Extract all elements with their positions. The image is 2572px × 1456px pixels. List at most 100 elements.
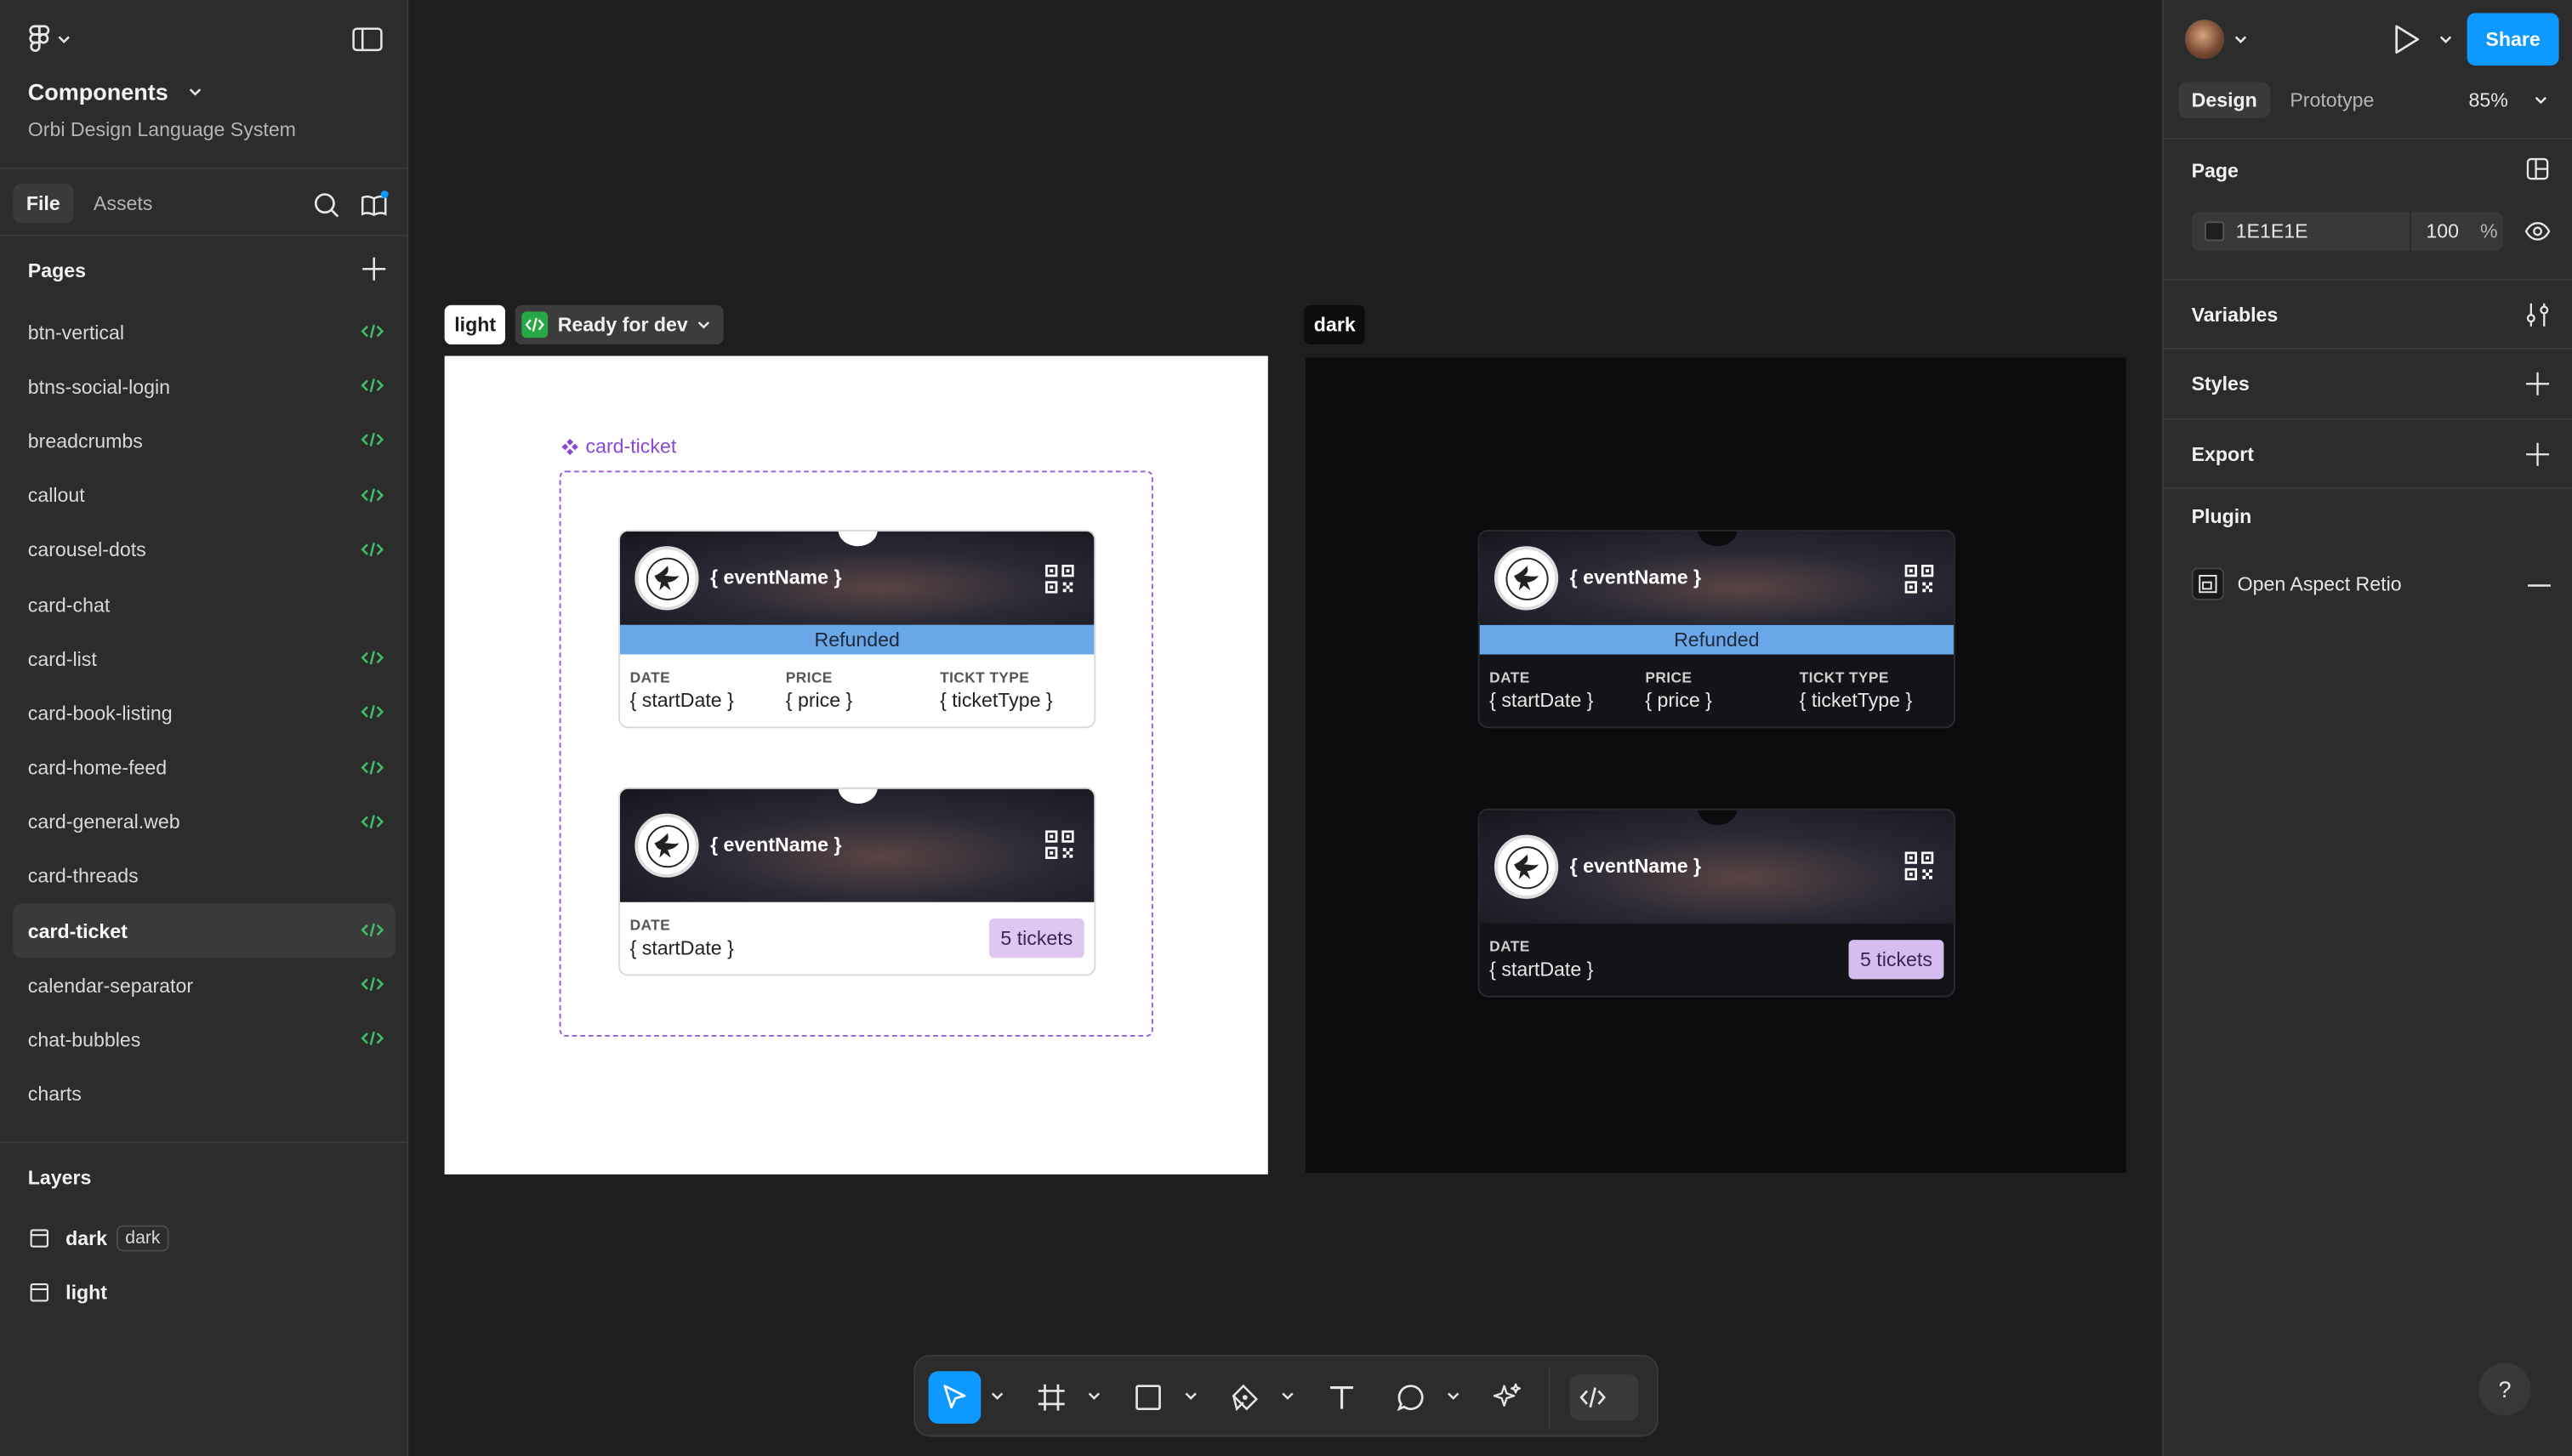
page-item-card-book-listing[interactable]: card-book-listing	[13, 686, 395, 741]
section-divider	[2163, 486, 2572, 489]
frame-label-dark[interactable]: dark	[1304, 304, 1366, 345]
canvas[interactable]: light Ready for dev dark card-ticket { e…	[410, 0, 2162, 1456]
component-label[interactable]: card-ticket	[561, 435, 676, 458]
help-button[interactable]: ?	[2478, 1362, 2531, 1416]
add-page-plus-icon[interactable]	[361, 256, 387, 282]
plugin-section-title: Plugin	[2191, 505, 2252, 529]
tab-prototype[interactable]: Prototype	[2277, 82, 2387, 117]
eye-visibility-icon[interactable]	[2524, 219, 2551, 242]
plugin-item[interactable]: Open Aspect Retio	[2191, 567, 2402, 600]
page-label: card-chat	[27, 593, 111, 617]
page-item-card-list[interactable]: card-list	[13, 632, 395, 686]
page-item-callout[interactable]: callout	[13, 469, 395, 523]
code-status-icon	[361, 705, 384, 719]
frame-light[interactable]: card-ticket { eventName } Refunded DATE{…	[444, 355, 1268, 1174]
percent-sign: %	[2480, 219, 2498, 243]
ticket-card[interactable]: { eventName } DATE { startDate } 5 ticket…	[618, 787, 1096, 976]
page-item-carousel-dots[interactable]: carousel-dots	[13, 523, 395, 577]
page-item-card-chat[interactable]: card-chat	[13, 577, 395, 632]
page-section-title: Page	[2191, 159, 2239, 183]
pen-icon	[1232, 1384, 1259, 1412]
text-tool-button[interactable]	[1316, 1371, 1369, 1424]
page-label: breadcrumbs	[27, 429, 143, 453]
background-hex[interactable]: 1E1E1E	[2236, 219, 2308, 242]
page-item-calendar-separator[interactable]: calendar-separator	[13, 958, 395, 1013]
page-item-btn-vertical[interactable]: btn-vertical	[13, 305, 395, 360]
qr-code-icon[interactable]	[1045, 564, 1075, 594]
present-play-icon[interactable]	[2392, 23, 2421, 56]
page-background-field[interactable]: 1E1E1E 100 %	[2191, 211, 2504, 252]
comment-bubble-icon	[1397, 1385, 1424, 1412]
file-title[interactable]: Components	[28, 79, 202, 105]
date-label: DATE	[1489, 668, 1530, 686]
tab-assets[interactable]: Assets	[81, 184, 166, 223]
file-title-text: Components	[27, 78, 168, 105]
qr-code-icon[interactable]	[1904, 851, 1934, 881]
page-item-btns-social-login[interactable]: btns-social-login	[13, 360, 395, 414]
chevron-down-icon[interactable]	[991, 1390, 1004, 1402]
frame-tool-button[interactable]	[1025, 1371, 1078, 1424]
styles-section-title: Styles	[2191, 372, 2250, 395]
price-value: { price }	[1645, 689, 1712, 713]
page-style-icon[interactable]	[2524, 156, 2551, 182]
sidebar-toggle-icon[interactable]	[351, 25, 384, 54]
page-item-chat-bubbles[interactable]: chat-bubbles	[13, 1013, 395, 1067]
chevron-down-icon	[188, 88, 201, 96]
chevron-down-icon[interactable]	[1447, 1390, 1460, 1402]
tab-file[interactable]: File	[13, 184, 74, 224]
comment-tool-button[interactable]	[1385, 1371, 1437, 1424]
page-item-card-threads[interactable]: card-threads	[13, 850, 395, 904]
minus-icon[interactable]	[2527, 584, 2551, 588]
search-icon[interactable]	[311, 191, 341, 220]
page-label: card-ticket	[27, 919, 128, 943]
main-menu-button[interactable]	[28, 23, 81, 56]
page-item-card-ticket[interactable]: card-ticket	[13, 903, 395, 958]
ai-actions-button[interactable]	[1482, 1371, 1534, 1424]
dev-status-label: Ready for dev	[557, 313, 688, 337]
ready-for-dev-button[interactable]: Ready for dev	[515, 304, 725, 345]
dev-mode-toggle[interactable]	[1569, 1374, 1639, 1421]
sliders-icon[interactable]	[2524, 302, 2551, 328]
add-export-plus-icon[interactable]	[2524, 441, 2551, 468]
file-header: Components Orbi Design Language System	[0, 0, 408, 168]
add-style-plus-icon[interactable]	[2524, 371, 2551, 397]
qr-code-icon[interactable]	[1045, 830, 1075, 860]
ticket-card[interactable]: { eventName } Refunded DATE { startDate }…	[1477, 529, 1955, 729]
page-item-card-home-feed[interactable]: card-home-feed	[13, 741, 395, 795]
variables-section-title: Variables	[2191, 303, 2279, 327]
event-name: { eventName }	[710, 833, 842, 856]
sidebar-tabs: File Assets	[0, 167, 409, 236]
pen-tool-button[interactable]	[1219, 1371, 1272, 1424]
ticket-card[interactable]: { eventName } Refunded DATE { startDate }…	[618, 529, 1096, 729]
color-swatch[interactable]	[2205, 221, 2225, 242]
zoom-level[interactable]: 85%	[2469, 88, 2508, 111]
project-name: Orbi Design Language System	[27, 117, 296, 141]
tab-design[interactable]: Design	[2178, 82, 2271, 118]
page-item-card-general-web[interactable]: card-general.web	[13, 795, 395, 850]
share-button[interactable]: Share	[2467, 13, 2559, 66]
background-opacity[interactable]: 100	[2426, 219, 2459, 242]
eagle-emblem-icon	[1505, 845, 1548, 889]
layer-light[interactable]: light	[30, 1276, 107, 1309]
shape-tool-button[interactable]	[1122, 1371, 1175, 1424]
chevron-down-icon[interactable]	[1184, 1390, 1197, 1402]
layer-dark[interactable]: dark dark	[30, 1222, 169, 1255]
chevron-down-icon[interactable]	[2535, 95, 2547, 105]
frame-label-light[interactable]: light	[444, 304, 506, 345]
chevron-down-icon[interactable]	[2439, 35, 2452, 45]
qr-code-icon[interactable]	[1904, 564, 1934, 594]
ticket-card[interactable]: { eventName } DATE { startDate } 5 ticket…	[1477, 808, 1955, 998]
page-item-breadcrumbs[interactable]: breadcrumbs	[13, 414, 395, 469]
frame-icon	[30, 1229, 48, 1248]
move-tool-button[interactable]	[928, 1371, 982, 1425]
chevron-down-icon[interactable]	[1088, 1390, 1101, 1402]
plugin-name: Open Aspect Retio	[2237, 572, 2402, 596]
user-avatar[interactable]	[2184, 20, 2225, 60]
library-icon[interactable]	[359, 191, 389, 220]
ticket-type-label: TICKT TYPE	[1799, 668, 1889, 686]
page-item-charts[interactable]: charts	[13, 1067, 395, 1122]
chevron-down-icon[interactable]	[2234, 35, 2247, 45]
code-status-icon	[361, 651, 384, 665]
chevron-down-icon[interactable]	[1281, 1390, 1294, 1402]
frame-dark[interactable]: { eventName } Refunded DATE { startDate }…	[1306, 357, 2126, 1173]
